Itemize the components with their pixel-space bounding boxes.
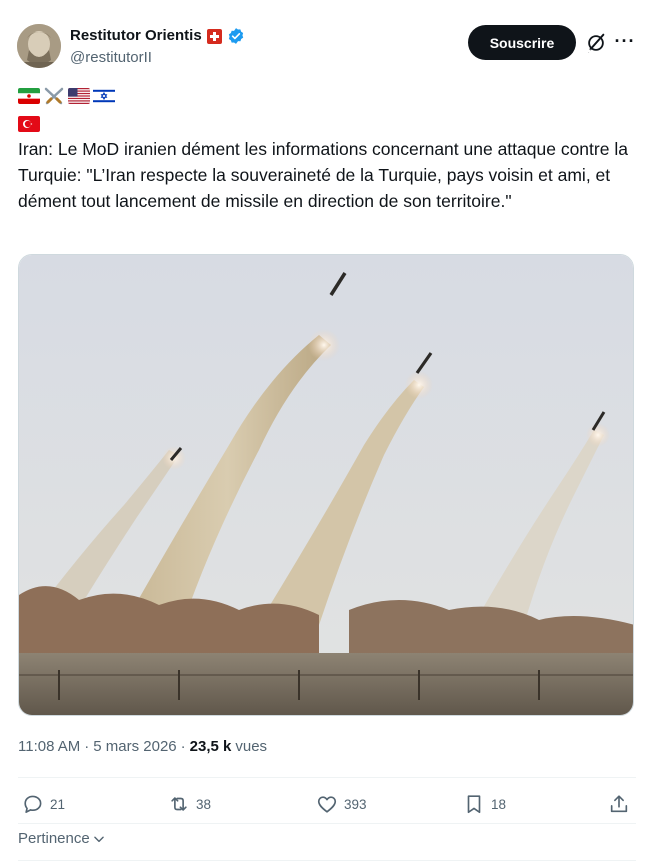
reply-count: 21 bbox=[50, 796, 66, 812]
more-icon[interactable]: ··· bbox=[614, 32, 636, 54]
sort-dropdown[interactable]: Pertinence bbox=[18, 830, 106, 847]
tweet-actions: 21 38 393 18 bbox=[18, 793, 634, 817]
tweet-meta: 11:08 AM · 5 mars 2026 · 23,5 k vues bbox=[18, 738, 267, 755]
avatar-image bbox=[17, 24, 61, 68]
author-handle[interactable]: @restitutorII bbox=[70, 49, 245, 66]
flag-emoji-row-2 bbox=[18, 116, 40, 132]
grok-icon[interactable] bbox=[585, 32, 607, 54]
swiss-flag-icon bbox=[206, 28, 222, 44]
flag-usa bbox=[68, 88, 90, 104]
like-count: 393 bbox=[344, 796, 367, 812]
bookmark-count: 18 bbox=[491, 796, 507, 812]
share-icon bbox=[610, 795, 628, 813]
chevron-down-icon bbox=[93, 836, 104, 842]
divider bbox=[18, 777, 636, 778]
share-button[interactable] bbox=[608, 793, 630, 815]
reply-button[interactable]: 21 bbox=[22, 793, 65, 815]
missile-launch-photo bbox=[19, 255, 633, 715]
flag-israel bbox=[93, 88, 115, 104]
views-count: 23,5 k bbox=[189, 738, 232, 755]
author-block: Restitutor Orientis @restitutorII bbox=[70, 27, 245, 66]
tweet-time[interactable]: 11:08 AM bbox=[18, 738, 80, 755]
author-name[interactable]: Restitutor Orientis bbox=[70, 27, 202, 45]
repost-button[interactable]: 38 bbox=[168, 793, 211, 815]
avatar[interactable] bbox=[17, 24, 61, 68]
flag-turkey bbox=[18, 116, 40, 132]
bookmark-button[interactable]: 18 bbox=[463, 793, 506, 815]
meta-separator: · bbox=[84, 738, 90, 755]
divider bbox=[18, 860, 636, 861]
views-label: vues bbox=[235, 738, 268, 755]
like-button[interactable]: 393 bbox=[316, 793, 367, 815]
subscribe-button[interactable]: Souscrire bbox=[468, 25, 576, 60]
meta-separator: · bbox=[180, 738, 186, 755]
tweet-media-image[interactable] bbox=[18, 254, 634, 716]
reply-icon bbox=[24, 795, 42, 813]
heart-icon bbox=[317, 796, 337, 813]
repost-count: 38 bbox=[196, 796, 212, 812]
divider bbox=[18, 823, 636, 824]
flag-iran bbox=[18, 88, 40, 104]
tweet-text: Iran: Le MoD iranien dément les informat… bbox=[18, 139, 628, 211]
tweet-date[interactable]: 5 mars 2026 bbox=[93, 738, 176, 755]
verified-badge-icon[interactable] bbox=[227, 27, 245, 45]
bookmark-icon bbox=[467, 795, 481, 814]
sort-label: Pertinence bbox=[18, 830, 90, 847]
repost-icon bbox=[171, 797, 187, 811]
flag-emoji-row bbox=[18, 87, 115, 105]
crossed-swords-icon bbox=[43, 87, 65, 105]
